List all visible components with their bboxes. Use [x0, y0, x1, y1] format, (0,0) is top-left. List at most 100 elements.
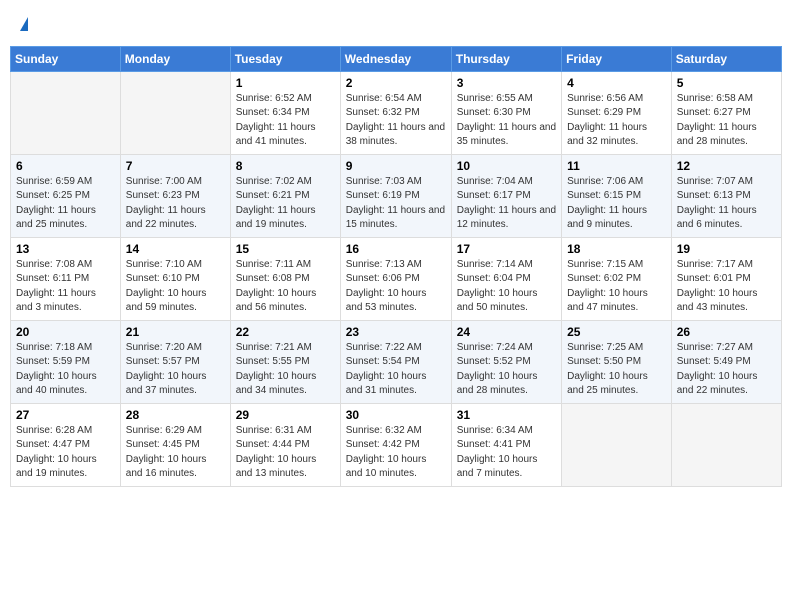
day-number: 17: [457, 242, 556, 256]
calendar-day-cell: 9 Sunrise: 7:03 AM Sunset: 6:19 PM Daylig…: [340, 154, 451, 237]
day-info: Sunrise: 7:08 AM Sunset: 6:11 PM Dayligh…: [16, 258, 115, 316]
calendar-week-row: 20 Sunrise: 7:18 AM Sunset: 5:59 PM Dayli…: [11, 320, 782, 403]
calendar-day-cell: 24 Sunrise: 7:24 AM Sunset: 5:52 PM Dayli…: [451, 320, 561, 403]
day-number: 22: [236, 325, 335, 339]
day-info: Sunrise: 7:11 AM Sunset: 6:08 PM Dayligh…: [236, 258, 335, 316]
day-number: 2: [346, 76, 446, 90]
day-number: 14: [126, 242, 225, 256]
day-number: 11: [567, 159, 666, 173]
day-number: 7: [126, 159, 225, 173]
calendar-day-cell: 20 Sunrise: 7:18 AM Sunset: 5:59 PM Dayli…: [11, 320, 121, 403]
calendar-header-thursday: Thursday: [451, 46, 561, 71]
calendar-day-cell: 16Sunrise: 7:13 AM Sunset: 6:06 PM Dayli…: [340, 237, 451, 320]
day-info: Sunrise: 6:59 AM Sunset: 6:25 PM Dayligh…: [16, 175, 115, 233]
calendar-day-cell: [11, 71, 121, 154]
calendar-day-cell: 1Sunrise: 6:52 AM Sunset: 6:34 PM Daylig…: [230, 71, 340, 154]
day-info: Sunrise: 7:18 AM Sunset: 5:59 PM Dayligh…: [16, 341, 115, 399]
calendar-header-wednesday: Wednesday: [340, 46, 451, 71]
day-info: Sunrise: 7:21 AM Sunset: 5:55 PM Dayligh…: [236, 341, 335, 399]
calendar-day-cell: 12 Sunrise: 7:07 AM Sunset: 6:13 PM Dayli…: [671, 154, 781, 237]
day-info: Sunrise: 7:03 AM Sunset: 6:19 PM Dayligh…: [346, 175, 446, 233]
day-info: Sunrise: 7:07 AM Sunset: 6:13 PM Dayligh…: [677, 175, 776, 233]
calendar-week-row: 13 Sunrise: 7:08 AM Sunset: 6:11 PM Dayli…: [11, 237, 782, 320]
calendar-day-cell: 15 Sunrise: 7:11 AM Sunset: 6:08 PM Dayli…: [230, 237, 340, 320]
day-info: Sunrise: 6:32 AM Sunset: 4:42 PM Dayligh…: [346, 424, 446, 482]
day-info: Sunrise: 7:22 AM Sunset: 5:54 PM Dayligh…: [346, 341, 446, 399]
day-info: Sunrise: 7:27 AM Sunset: 5:49 PM Dayligh…: [677, 341, 776, 399]
calendar-table: SundayMondayTuesdayWednesdayThursdayFrid…: [10, 46, 782, 487]
day-info: Sunrise: 7:24 AM Sunset: 5:52 PM Dayligh…: [457, 341, 556, 399]
calendar-day-cell: 4 Sunrise: 6:56 AM Sunset: 6:29 PM Daylig…: [562, 71, 672, 154]
day-info: Sunrise: 7:10 AM Sunset: 6:10 PM Dayligh…: [126, 258, 225, 316]
calendar-week-row: 6 Sunrise: 6:59 AM Sunset: 6:25 PM Daylig…: [11, 154, 782, 237]
calendar-day-cell: 29 Sunrise: 6:31 AM Sunset: 4:44 PM Dayli…: [230, 403, 340, 486]
day-number: 18: [567, 242, 666, 256]
calendar-day-cell: 8Sunrise: 7:02 AM Sunset: 6:21 PM Daylig…: [230, 154, 340, 237]
day-info: Sunrise: 7:14 AM Sunset: 6:04 PM Dayligh…: [457, 258, 556, 316]
calendar-day-cell: 19 Sunrise: 7:17 AM Sunset: 6:01 PM Dayli…: [671, 237, 781, 320]
day-number: 27: [16, 408, 115, 422]
calendar-day-cell: 14 Sunrise: 7:10 AM Sunset: 6:10 PM Dayli…: [120, 237, 230, 320]
day-number: 31: [457, 408, 556, 422]
logo: [18, 14, 28, 34]
day-info: Sunrise: 6:31 AM Sunset: 4:44 PM Dayligh…: [236, 424, 335, 482]
calendar-day-cell: 30 Sunrise: 6:32 AM Sunset: 4:42 PM Dayli…: [340, 403, 451, 486]
calendar-day-cell: 13 Sunrise: 7:08 AM Sunset: 6:11 PM Dayli…: [11, 237, 121, 320]
calendar-day-cell: 27 Sunrise: 6:28 AM Sunset: 4:47 PM Dayli…: [11, 403, 121, 486]
day-number: 19: [677, 242, 776, 256]
calendar-day-cell: 21 Sunrise: 7:20 AM Sunset: 5:57 PM Dayli…: [120, 320, 230, 403]
calendar-day-cell: 2Sunrise: 6:54 AM Sunset: 6:32 PM Daylig…: [340, 71, 451, 154]
day-number: 4: [567, 76, 666, 90]
day-number: 24: [457, 325, 556, 339]
day-number: 25: [567, 325, 666, 339]
calendar-day-cell: [671, 403, 781, 486]
calendar-day-cell: 7 Sunrise: 7:00 AM Sunset: 6:23 PM Daylig…: [120, 154, 230, 237]
calendar-day-cell: 6 Sunrise: 6:59 AM Sunset: 6:25 PM Daylig…: [11, 154, 121, 237]
day-number: 20: [16, 325, 115, 339]
day-number: 30: [346, 408, 446, 422]
day-number: 23: [346, 325, 446, 339]
calendar-header-row: SundayMondayTuesdayWednesdayThursdayFrid…: [11, 46, 782, 71]
calendar-day-cell: 22 Sunrise: 7:21 AM Sunset: 5:55 PM Dayli…: [230, 320, 340, 403]
calendar-header-saturday: Saturday: [671, 46, 781, 71]
day-info: Sunrise: 6:55 AM Sunset: 6:30 PM Dayligh…: [457, 92, 556, 150]
day-number: 9: [346, 159, 446, 173]
day-info: Sunrise: 6:29 AM Sunset: 4:45 PM Dayligh…: [126, 424, 225, 482]
calendar-day-cell: 3 Sunrise: 6:55 AM Sunset: 6:30 PM Daylig…: [451, 71, 561, 154]
day-info: Sunrise: 6:56 AM Sunset: 6:29 PM Dayligh…: [567, 92, 666, 150]
calendar-day-cell: 28Sunrise: 6:29 AM Sunset: 4:45 PM Dayli…: [120, 403, 230, 486]
calendar-day-cell: 26 Sunrise: 7:27 AM Sunset: 5:49 PM Dayli…: [671, 320, 781, 403]
day-info: Sunrise: 7:20 AM Sunset: 5:57 PM Dayligh…: [126, 341, 225, 399]
calendar-week-row: 27 Sunrise: 6:28 AM Sunset: 4:47 PM Dayli…: [11, 403, 782, 486]
day-number: 1: [236, 76, 335, 90]
calendar-day-cell: 31 Sunrise: 6:34 AM Sunset: 4:41 PM Dayli…: [451, 403, 561, 486]
calendar-day-cell: [120, 71, 230, 154]
day-number: 29: [236, 408, 335, 422]
day-number: 8: [236, 159, 335, 173]
day-info: Sunrise: 6:28 AM Sunset: 4:47 PM Dayligh…: [16, 424, 115, 482]
calendar-day-cell: 25 Sunrise: 7:25 AM Sunset: 5:50 PM Dayli…: [562, 320, 672, 403]
day-info: Sunrise: 6:58 AM Sunset: 6:27 PM Dayligh…: [677, 92, 776, 150]
day-info: Sunrise: 7:15 AM Sunset: 6:02 PM Dayligh…: [567, 258, 666, 316]
calendar-header-tuesday: Tuesday: [230, 46, 340, 71]
day-number: 21: [126, 325, 225, 339]
day-number: 15: [236, 242, 335, 256]
day-number: 6: [16, 159, 115, 173]
day-info: Sunrise: 7:17 AM Sunset: 6:01 PM Dayligh…: [677, 258, 776, 316]
calendar-header-monday: Monday: [120, 46, 230, 71]
logo-icon: [20, 17, 28, 31]
calendar-day-cell: [562, 403, 672, 486]
day-info: Sunrise: 7:06 AM Sunset: 6:15 PM Dayligh…: [567, 175, 666, 233]
day-number: 13: [16, 242, 115, 256]
day-info: Sunrise: 6:34 AM Sunset: 4:41 PM Dayligh…: [457, 424, 556, 482]
calendar-day-cell: 5 Sunrise: 6:58 AM Sunset: 6:27 PM Daylig…: [671, 71, 781, 154]
day-number: 3: [457, 76, 556, 90]
page-header: [10, 10, 782, 38]
day-number: 5: [677, 76, 776, 90]
day-info: Sunrise: 7:00 AM Sunset: 6:23 PM Dayligh…: [126, 175, 225, 233]
day-info: Sunrise: 7:25 AM Sunset: 5:50 PM Dayligh…: [567, 341, 666, 399]
calendar-header-friday: Friday: [562, 46, 672, 71]
day-info: Sunrise: 7:04 AM Sunset: 6:17 PM Dayligh…: [457, 175, 556, 233]
day-number: 12: [677, 159, 776, 173]
day-number: 26: [677, 325, 776, 339]
